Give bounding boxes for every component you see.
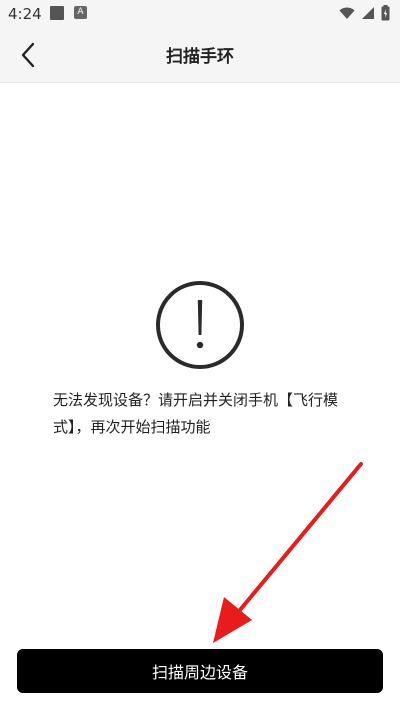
status-bar: 4:24 A (0, 0, 400, 28)
a-badge-icon: A (74, 6, 87, 19)
battery-icon (381, 5, 390, 21)
system-icons (339, 5, 390, 21)
help-message: 无法发现设备？请开启并关闭手机【飞行模式】，再次开始扫描功能 (53, 391, 339, 436)
page-title: 扫描手环 (166, 47, 234, 67)
alert-circle-icon (156, 281, 244, 369)
wifi-icon (339, 7, 355, 19)
scan-nearby-devices-button[interactable]: 扫描周边设备 (17, 649, 383, 693)
square-icon (50, 6, 64, 20)
scan-button-label: 扫描周边设备 (151, 663, 248, 682)
top-bar: 扫描手环 (0, 28, 400, 83)
status-time: 4:24 (8, 5, 42, 23)
notification-icons: A (50, 6, 87, 20)
signal-icon (362, 7, 374, 19)
